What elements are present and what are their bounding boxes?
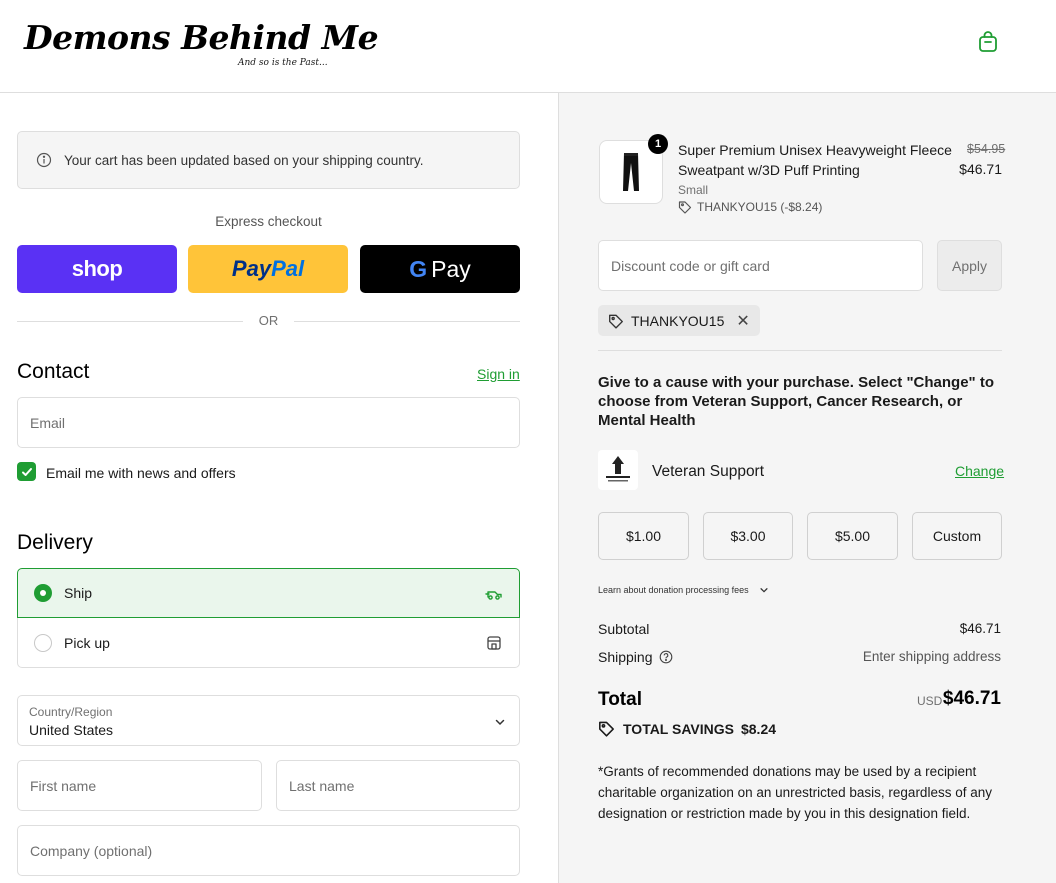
shipping-row: Shipping (598, 649, 673, 665)
delivery-option-pickup[interactable]: Pick up (17, 618, 520, 668)
google-pay-button[interactable]: G Pay (360, 245, 520, 293)
learn-label: Learn about donation processing fees (598, 585, 749, 595)
sign-in-link[interactable]: Sign in (477, 366, 520, 382)
shop-pay-button[interactable]: shop (17, 245, 177, 293)
paypal-pal-text: Pal (271, 256, 305, 281)
divider-line-right (294, 321, 520, 322)
info-icon (36, 152, 52, 168)
summary-divider (598, 350, 1002, 351)
pickup-radio[interactable] (34, 633, 52, 652)
checkout-form: Your cart has been updated based on your… (0, 93, 558, 883)
last-name-placeholder: Last name (289, 777, 355, 794)
help-icon[interactable] (659, 650, 673, 664)
shipping-label: Shipping (598, 649, 653, 665)
newsletter-checkbox[interactable] (17, 462, 36, 481)
subtotal-value: $46.71 (959, 621, 1001, 636)
country-value: United States (29, 722, 114, 738)
tag-icon (609, 314, 623, 329)
savings-value: $8.24 (740, 720, 777, 737)
delivery-option-ship[interactable]: Ship (17, 568, 520, 618)
donate-3-button[interactable]: $3.00 (703, 512, 793, 560)
chevron-down-icon (760, 588, 768, 593)
cart-updated-notice: Your cart has been updated based on your… (17, 131, 520, 189)
check-icon (21, 467, 32, 476)
discount-code-text: THANKYOU15 (631, 312, 725, 329)
company-field[interactable]: Company (optional) (17, 825, 520, 876)
donate-5-button[interactable]: $5.00 (807, 512, 898, 560)
logo-tagline: And so is the Past... (238, 58, 328, 68)
delivery-title: Delivery (17, 531, 93, 554)
country-select[interactable] (17, 695, 520, 746)
veteran-logo-image (606, 456, 630, 482)
ship-label: Ship (64, 585, 93, 601)
apply-button[interactable]: Apply (937, 240, 1002, 291)
veteran-support-logo (598, 450, 638, 490)
newsletter-label: Email me with news and offers (46, 465, 236, 481)
truck-icon (485, 591, 502, 600)
notice-text: Your cart has been updated based on your… (64, 152, 424, 168)
total-value: $46.71 (942, 688, 1001, 709)
last-name-field[interactable]: Last name (276, 760, 520, 811)
first-name-placeholder: First name (30, 777, 97, 794)
order-summary: 1 Super Premium Unisex Heavyweight Fleec… (558, 93, 1056, 883)
contact-title: Contact (17, 360, 90, 383)
savings-label: TOTAL SAVINGS (623, 720, 734, 737)
first-name-field[interactable]: First name (17, 760, 262, 811)
header: Demons Behind Me And so is the Past... (0, 0, 1056, 93)
brand-logo[interactable]: Demons Behind Me And so is the Past... (24, 18, 379, 68)
logo-text: Demons Behind Me (24, 18, 379, 57)
total-savings: TOTAL SAVINGS $8.24 (598, 720, 776, 737)
currency-code: USD (917, 694, 943, 708)
total-label: Total (598, 689, 642, 710)
email-placeholder: Email (30, 414, 66, 431)
paypal-pay-text: Pay (231, 256, 272, 281)
donation-footnote: *Grants of recommended donations may be … (598, 764, 992, 821)
applied-discount-chip: THANKYOU15 ✕ (598, 305, 760, 336)
tag-icon (599, 721, 614, 737)
shipping-value: Enter shipping address (862, 649, 1001, 664)
subtotal-label: Subtotal (598, 621, 650, 637)
pickup-label: Pick up (64, 634, 110, 651)
shopping-bag-icon[interactable] (976, 30, 1000, 54)
paypal-button[interactable]: Pay Pal (188, 245, 348, 293)
product-discount: THANKYOU15 (-$8.24) (678, 200, 822, 214)
cause-name: Veteran Support (652, 463, 765, 480)
express-checkout-label: Express checkout (215, 214, 322, 229)
quantity-badge: 1 (648, 134, 668, 154)
discounted-price: $46.71 (959, 161, 1002, 177)
google-g-icon: G (409, 255, 428, 282)
donate-1-button[interactable]: $1.00 (598, 512, 689, 560)
product-variant: Small (678, 183, 709, 197)
discount-code-input[interactable]: Discount code or gift card (598, 240, 923, 291)
tag-icon (678, 201, 692, 214)
or-divider: OR (17, 313, 520, 329)
chevron-down-icon (495, 719, 505, 726)
company-placeholder: Company (optional) (30, 842, 153, 859)
change-cause-link[interactable]: Change (955, 463, 1004, 479)
email-field[interactable]: Email (17, 397, 520, 448)
product-discount-text: THANKYOU15 (-$8.24) (697, 200, 823, 214)
shop-pay-label: shop (71, 256, 123, 281)
remove-discount-icon[interactable]: ✕ (736, 311, 749, 331)
donate-custom-button[interactable]: Custom (912, 512, 1002, 560)
ship-radio[interactable] (34, 584, 52, 602)
product-name: Super Premium Unisex Heavyweight Fleece … (678, 142, 952, 178)
original-price: $54.95 (967, 142, 1006, 156)
donation-fees-toggle[interactable]: Learn about donation processing fees (598, 585, 769, 595)
store-icon (487, 636, 501, 650)
donation-cause-text: Give to a cause with your purchase. Sele… (598, 374, 994, 429)
discount-placeholder: Discount code or gift card (611, 257, 770, 274)
country-label: Country/Region (29, 705, 113, 719)
google-pay-label: Pay (431, 255, 471, 282)
